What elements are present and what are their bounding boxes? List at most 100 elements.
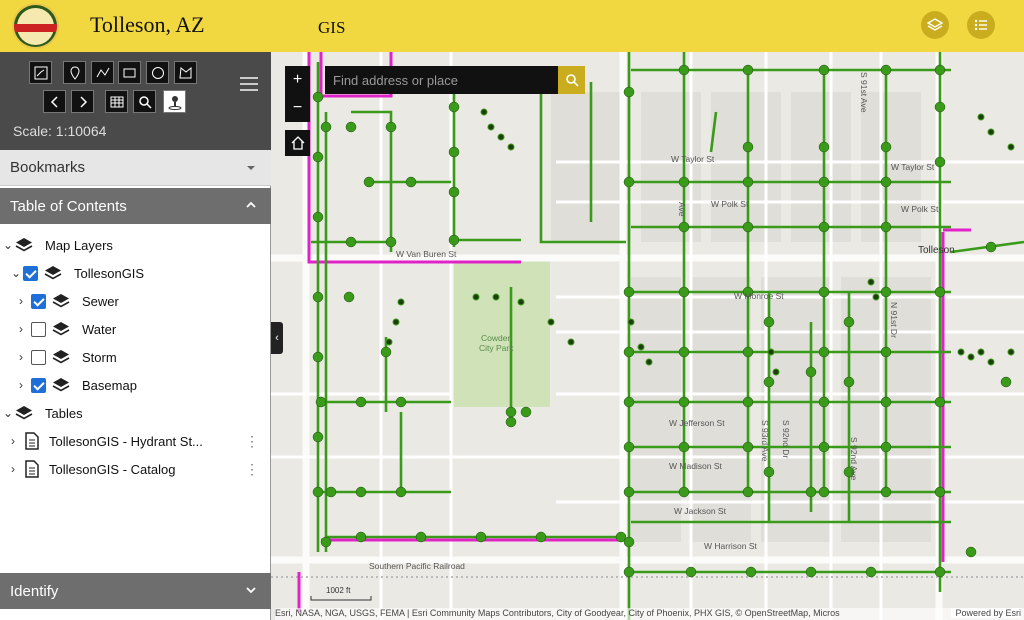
layers-icon xyxy=(15,238,33,252)
toc-node-tables[interactable]: ⌄ Tables xyxy=(3,402,83,424)
forward-icon xyxy=(79,95,87,108)
toc-label-tollesongis: TollesonGIS xyxy=(74,265,145,281)
label-taylor-west: W Taylor St xyxy=(671,154,715,164)
toc-label-basemap: Basemap xyxy=(82,377,137,393)
toc-table-hydrant[interactable]: › TollesonGIS - Hydrant St... ⋮ xyxy=(11,430,271,452)
polyline-icon xyxy=(96,67,109,77)
layers-toggle-button[interactable] xyxy=(921,11,949,39)
map-view[interactable]: W Taylor St W Taylor St W Polk St W Polk… xyxy=(271,52,1024,620)
toc-node-sewer[interactable]: › Sewer xyxy=(19,290,119,312)
home-icon xyxy=(291,136,304,150)
toc-checkbox-storm[interactable] xyxy=(31,349,46,365)
pin-icon xyxy=(69,65,80,80)
document-icon xyxy=(25,460,39,478)
scale-readout: Scale: 1:10064 xyxy=(13,123,107,139)
caret-right-icon[interactable]: › xyxy=(19,294,31,308)
identify-label: Identify xyxy=(10,582,59,600)
scale-bar xyxy=(310,596,372,601)
locate-tool-button[interactable] xyxy=(163,90,186,113)
toc-table-catalog[interactable]: › TollesonGIS - Catalog ⋮ xyxy=(11,458,271,480)
rectangle-tool-button[interactable] xyxy=(118,61,141,84)
toc-label-water: Water xyxy=(82,321,117,337)
caret-right-icon[interactable]: › xyxy=(19,322,31,336)
point-tool-button[interactable] xyxy=(63,61,86,84)
toc-checkbox-tollesongis[interactable] xyxy=(23,265,38,281)
chevron-down-icon xyxy=(247,166,255,170)
polyline-tool-button[interactable] xyxy=(91,61,114,84)
freehand-icon xyxy=(34,66,47,79)
caret-down-icon[interactable]: ⌄ xyxy=(11,266,23,280)
more-options-icon[interactable]: ⋮ xyxy=(245,433,259,450)
hamburger-menu-button[interactable] xyxy=(240,77,258,91)
toc-node-tollesongis[interactable]: ⌄ TollesonGIS xyxy=(11,262,144,284)
circle-tool-button[interactable] xyxy=(146,61,169,84)
list-icon xyxy=(974,19,987,31)
label-jefferson: W Jefferson St xyxy=(669,418,725,428)
toc-node-water[interactable]: › Water xyxy=(19,318,116,340)
caret-down-icon[interactable]: ⌄ xyxy=(3,238,15,252)
label-polk-east: W Polk St xyxy=(901,204,939,214)
label-park-1: Cowden xyxy=(481,333,512,343)
label-monroe: W Monroe St xyxy=(734,291,784,301)
zoom-control: + − xyxy=(285,66,310,122)
more-options-icon[interactable]: ⋮ xyxy=(245,461,259,478)
toc-checkbox-sewer[interactable] xyxy=(31,293,46,309)
toc-checkbox-water[interactable] xyxy=(31,321,46,337)
attribute-table-button[interactable] xyxy=(105,90,128,113)
toc-node-map-layers[interactable]: ⌄ Map Layers xyxy=(3,234,113,256)
toc-checkbox-basemap[interactable] xyxy=(31,377,46,393)
polygon-tool-button[interactable] xyxy=(174,61,197,84)
app-root: Tolleson, AZ GIS Scale: 1:10064 Bookmark… xyxy=(0,0,1024,620)
address-search-input[interactable] xyxy=(325,66,558,94)
zoom-in-button[interactable]: + xyxy=(285,66,310,94)
bookmarks-panel-header[interactable]: Bookmarks xyxy=(0,150,271,186)
label-ave-4: Ave xyxy=(677,202,687,217)
toc-label-map-layers: Map Layers xyxy=(45,237,113,253)
layers-icon xyxy=(15,406,33,420)
toc-label-tables: Tables xyxy=(45,405,83,421)
chevron-left-icon: ‹ xyxy=(275,332,279,344)
label-jackson: W Jackson St xyxy=(674,506,727,516)
label-ave-1: S 93rd Ave xyxy=(760,420,770,462)
back-icon xyxy=(50,95,58,108)
previous-extent-button[interactable] xyxy=(43,90,66,113)
zoom-out-button[interactable]: − xyxy=(285,94,310,122)
layers-icon xyxy=(52,322,70,336)
collapse-sidebar-button[interactable]: ‹ xyxy=(271,322,283,354)
caret-right-icon[interactable]: › xyxy=(19,350,31,364)
map-attribution: Esri, NASA, NGA, USGS, FEMA | Esri Commu… xyxy=(275,608,1024,620)
layers-icon xyxy=(52,350,70,364)
label-ave-3: S 91st Ave xyxy=(859,72,869,113)
search-icon xyxy=(138,95,152,109)
toc-node-basemap[interactable]: › Basemap xyxy=(19,374,137,396)
caret-right-icon[interactable]: › xyxy=(11,462,23,476)
home-button[interactable] xyxy=(285,130,310,156)
next-extent-button[interactable] xyxy=(71,90,94,113)
bookmarks-label: Bookmarks xyxy=(10,159,86,176)
identify-panel-header[interactable]: Identify xyxy=(0,573,271,609)
label-polk-west: W Polk St xyxy=(711,199,749,209)
label-van-buren: W Van Buren St xyxy=(396,249,457,259)
caret-down-icon[interactable]: ⌄ xyxy=(3,406,15,420)
search-tool-button[interactable] xyxy=(133,90,156,113)
caret-right-icon[interactable]: › xyxy=(11,434,23,448)
address-search-button[interactable] xyxy=(558,66,585,94)
layers-icon xyxy=(927,18,943,31)
app-header: Tolleson, AZ GIS xyxy=(0,0,1024,52)
freehand-tool-button[interactable] xyxy=(29,61,52,84)
caret-right-icon[interactable]: › xyxy=(19,378,31,392)
toc-label-sewer: Sewer xyxy=(82,293,119,309)
toc-panel-header[interactable]: Table of Contents xyxy=(0,188,271,224)
toc-node-storm[interactable]: › Storm xyxy=(19,346,117,368)
map-canvas[interactable]: W Taylor St W Taylor St W Polk St W Polk… xyxy=(271,52,1024,620)
label-park-2: City Park xyxy=(479,343,514,353)
label-taylor-east: W Taylor St xyxy=(891,162,935,172)
locate-icon xyxy=(168,95,181,110)
draw-toolbar: Scale: 1:10064 xyxy=(0,52,271,150)
toc-tree: ⌄ Map Layers ⌄ TollesonGIS › Sewer › Wat… xyxy=(0,226,271,478)
label-ave-2: S 92nd Ave xyxy=(849,437,859,481)
chevron-down-icon xyxy=(246,587,256,594)
powered-by-link[interactable]: Powered by Esri xyxy=(951,608,1021,618)
legend-toggle-button[interactable] xyxy=(967,11,995,39)
scale-bar-label: 1002 ft xyxy=(326,586,351,595)
